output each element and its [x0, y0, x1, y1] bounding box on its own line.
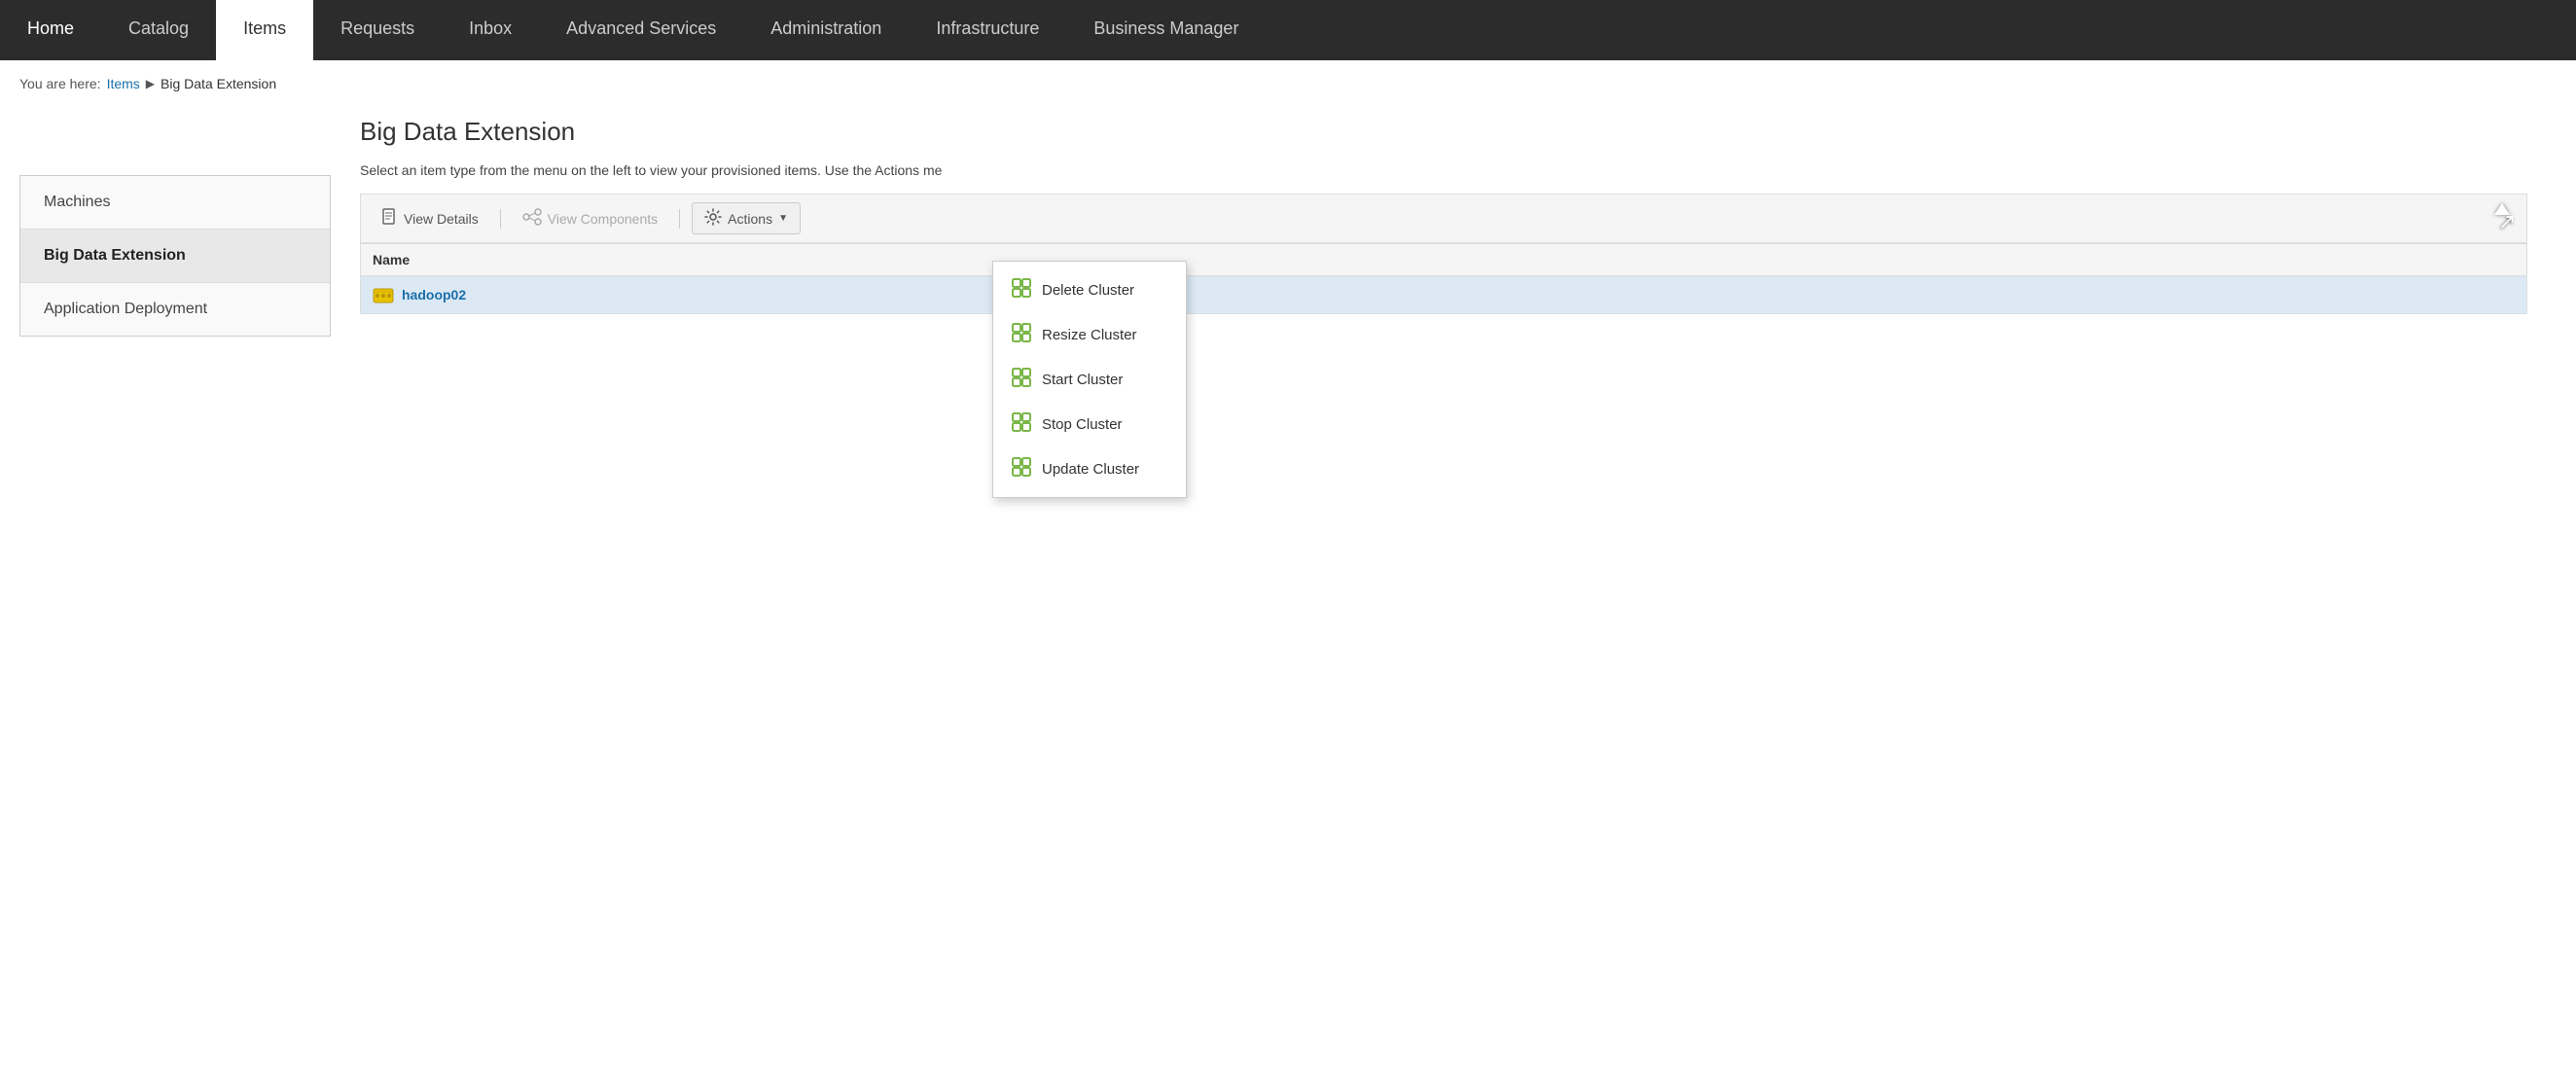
view-details-button[interactable]: View Details [373, 204, 488, 232]
table-row[interactable]: hadoop02 [361, 276, 2527, 314]
breadcrumb-current: Big Data Extension [161, 76, 276, 91]
toolbar-separator [500, 209, 501, 229]
cluster-action-icon [1011, 367, 1032, 392]
actions-chevron-icon: ▼ [778, 213, 788, 224]
nav-item-catalog[interactable]: Catalog [101, 0, 216, 60]
nav-item-requests[interactable]: Requests [313, 0, 442, 60]
nav-item-home[interactable]: Home [0, 0, 101, 60]
actions-button[interactable]: Actions ▼ [692, 202, 801, 234]
doc-icon [382, 208, 398, 229]
toolbar-separator-2 [679, 209, 680, 229]
dropdown-item-stop-cluster[interactable]: Stop Cluster [993, 402, 1186, 446]
nav-item-administration[interactable]: Administration [743, 0, 909, 60]
cursor-arrow-icon: ↖ [2498, 209, 2516, 234]
view-details-label: View Details [404, 211, 479, 227]
cluster-action-icon [1011, 456, 1032, 481]
dropdown-item-label: Stop Cluster [1042, 416, 1123, 433]
cluster-action-icon [1011, 322, 1032, 347]
gear-icon [704, 208, 722, 229]
nav-item-infrastructure[interactable]: Infrastructure [909, 0, 1066, 60]
sidebar-item-machines[interactable]: Machines [20, 176, 330, 230]
right-panel: Big Data Extension Select an item type f… [331, 117, 2557, 337]
cluster-action-icon [1011, 411, 1032, 437]
col-header-name: Name [361, 244, 2527, 276]
breadcrumb-prefix: You are here: [19, 76, 101, 91]
sidebar-item-big-data-extension[interactable]: Big Data Extension [20, 230, 330, 283]
actions-label: Actions [728, 211, 772, 227]
dropdown-item-label: Delete Cluster [1042, 282, 1134, 299]
toolbar: View Details View Components [360, 194, 2527, 243]
dropdown-item-update-cluster[interactable]: Update Cluster [993, 446, 1186, 491]
row-name-link[interactable]: hadoop02 [373, 284, 2515, 305]
nav-item-business-manager[interactable]: Business Manager [1066, 0, 1266, 60]
dropdown-item-delete-cluster[interactable]: Delete Cluster [993, 267, 1186, 312]
page-title: Big Data Extension [360, 117, 2527, 147]
nav-item-items[interactable]: Items [216, 0, 313, 60]
nav-item-inbox[interactable]: Inbox [442, 0, 539, 60]
hadoop-icon [373, 284, 394, 305]
actions-dropdown: Delete Cluster Resize Cluster Start Clus… [992, 261, 1187, 498]
main-content: MachinesBig Data ExtensionApplication De… [0, 107, 2576, 346]
dropdown-item-label: Start Cluster [1042, 372, 1123, 388]
dropdown-item-resize-cluster[interactable]: Resize Cluster [993, 312, 1186, 357]
breadcrumb-link[interactable]: Items [107, 76, 140, 91]
dropdown-item-label: Resize Cluster [1042, 327, 1137, 343]
comp-icon [522, 208, 542, 229]
breadcrumb-arrow: ▶ [146, 77, 155, 90]
data-table: Name hadoop02 [360, 243, 2527, 314]
dropdown-item-start-cluster[interactable]: Start Cluster [993, 357, 1186, 402]
sidebar: MachinesBig Data ExtensionApplication De… [19, 175, 331, 337]
view-components-button[interactable]: View Components [513, 204, 667, 232]
view-components-label: View Components [548, 211, 658, 227]
top-navigation: HomeCatalogItemsRequestsInboxAdvanced Se… [0, 0, 2576, 60]
cluster-action-icon [1011, 277, 1032, 303]
sidebar-item-application-deployment[interactable]: Application Deployment [20, 283, 330, 336]
page-description: Select an item type from the menu on the… [360, 162, 2527, 178]
dropdown-item-label: Update Cluster [1042, 461, 1139, 478]
nav-item-advanced-services[interactable]: Advanced Services [539, 0, 743, 60]
breadcrumb: You are here: Items ▶ Big Data Extension [0, 60, 2576, 107]
